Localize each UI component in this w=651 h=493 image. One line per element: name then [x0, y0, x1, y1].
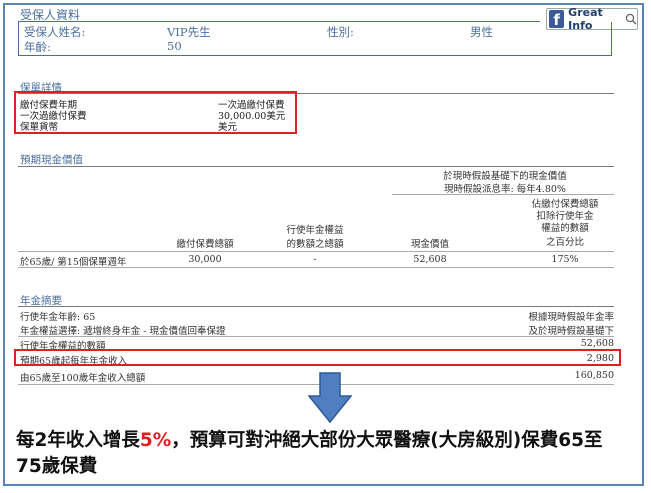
caption-part1: 每2年收入增長	[16, 430, 140, 451]
annuity-age-label: 行使年金年齡: 65	[20, 312, 96, 323]
insured-gender-label: 性別:	[327, 25, 354, 39]
annuity-rule	[18, 306, 614, 307]
caption-highlight: 5%	[139, 430, 172, 451]
insured-gender-value: 男性	[470, 25, 493, 39]
summary-caption: 每2年收入增長5%，預算可對沖絕大部份大眾醫療(大房級別)保費65至75歲保費	[16, 428, 626, 480]
col2-line1: 行使年金權益	[286, 225, 344, 236]
col2-line2: 的數額之總額	[286, 239, 344, 250]
col4-line4: 之百分比	[545, 237, 584, 248]
col1-header: 繳付保費總額	[176, 239, 234, 250]
down-arrow-icon	[308, 372, 352, 424]
col3-header: 現金價值	[410, 239, 449, 250]
annuity-total-value: 160,850	[574, 370, 614, 381]
annuity-amount-value: 52,608	[580, 338, 614, 349]
insured-name-label: 受保人姓名:	[24, 25, 86, 39]
cash-row-rule	[18, 267, 614, 268]
annuity-right-line2: 及於現時假設基礎下	[528, 326, 614, 337]
cash-row-premium: 30,000	[188, 254, 222, 265]
insured-name-value: VIP先生	[167, 25, 211, 39]
annuity-highlight-box	[14, 349, 621, 366]
col4-line3: 權益的數額	[541, 223, 589, 234]
cash-row-annuity: -	[313, 254, 317, 265]
cash-row-label: 於65歲/ 第15個保單週年	[20, 257, 127, 268]
annuity-total-label: 由65歲至100歲年金收入總額	[20, 373, 146, 384]
insured-box	[18, 22, 612, 56]
cash-basis-line2: 現時假設派息率: 每年4.80%	[444, 184, 566, 195]
policy-highlight-box	[14, 91, 297, 134]
annuity-option-label: 年金權益選擇: 遞增終身年金 - 現金價值回奉保證	[20, 326, 226, 337]
cash-basis-rule	[392, 194, 614, 195]
annuity-sub-rule	[18, 336, 614, 337]
cash-basis-line1: 於現時假設基礎下的現金價值	[443, 171, 567, 182]
search-icon	[625, 10, 637, 29]
cash-value-header: 預期現金價值	[20, 154, 83, 166]
cash-table-rule	[18, 251, 614, 252]
cash-row-percent: 175%	[551, 254, 579, 265]
insured-age-value: 50	[167, 39, 182, 53]
insured-age-label: 年齡:	[24, 40, 51, 54]
annuity-right-line1: 根據現時假設年金率	[528, 312, 614, 323]
cash-value-rule	[18, 166, 614, 167]
cash-row-value: 52,608	[413, 254, 447, 265]
